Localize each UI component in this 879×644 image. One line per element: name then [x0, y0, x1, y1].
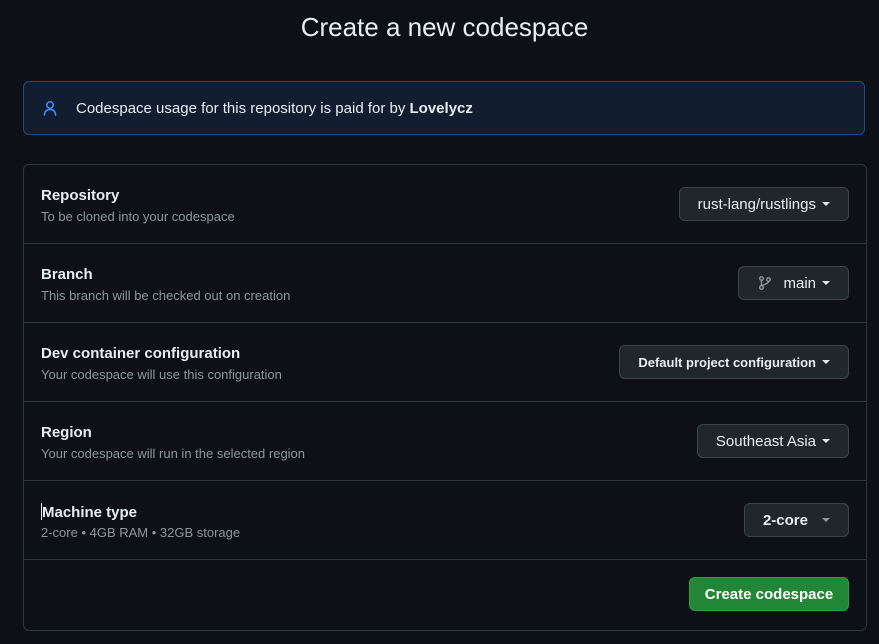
repository-subtitle: To be cloned into your codespace — [41, 209, 235, 224]
git-branch-icon — [757, 275, 773, 291]
region-select[interactable]: Southeast Asia — [696, 424, 849, 458]
create-codespace-button[interactable]: Create codespace — [689, 577, 849, 611]
branch-title: Branch — [41, 266, 93, 283]
region-row: Region Your codespace will run in the se… — [24, 402, 866, 481]
branch-select[interactable]: main — [738, 266, 849, 300]
machine-type-row: Machine type 2-core • 4GB RAM • 32GB sto… — [24, 481, 866, 560]
devcontainer-title: Dev container configuration — [41, 345, 241, 362]
repository-select-value: rust-lang/rustlings — [697, 195, 816, 213]
repository-row: Repository To be cloned into your codesp… — [24, 165, 866, 244]
devcontainer-row: Dev container configuration Your codespa… — [24, 323, 866, 402]
devcontainer-select[interactable]: Default project configuration — [619, 345, 849, 379]
machine-type-select[interactable]: 2-core — [743, 503, 849, 537]
billing-notice: Codespace usage for this repository is p… — [23, 81, 865, 135]
branch-select-value: main — [783, 274, 816, 292]
billing-owner: Lovelycz — [409, 99, 473, 117]
person-icon — [42, 100, 58, 116]
repository-select[interactable]: rust-lang/rustlings — [678, 187, 849, 221]
caret-down-icon — [822, 202, 830, 206]
devcontainer-subtitle: Your codespace will use this configurati… — [41, 367, 282, 382]
region-select-value: Southeast Asia — [715, 432, 816, 450]
codespace-options-card: Repository To be cloned into your codesp… — [23, 164, 867, 631]
machine-type-select-value: 2-core — [762, 511, 808, 529]
devcontainer-select-value: Default project configuration — [638, 354, 816, 370]
machine-type-title: Machine type — [41, 503, 137, 521]
caret-down-icon — [822, 439, 830, 443]
caret-down-icon — [822, 518, 830, 522]
card-footer: Create codespace — [24, 560, 866, 630]
repository-title: Repository — [41, 187, 120, 204]
billing-notice-prefix: Codespace usage for this repository is p… — [76, 99, 410, 117]
caret-down-icon — [822, 281, 830, 285]
region-title: Region — [41, 424, 92, 441]
machine-type-title-text: Machine type — [42, 504, 138, 521]
page-title: Create a new codespace — [300, 12, 589, 42]
region-subtitle: Your codespace will run in the selected … — [41, 446, 306, 461]
branch-subtitle: This branch will be checked out on creat… — [41, 288, 291, 303]
machine-type-subtitle: 2-core • 4GB RAM • 32GB storage — [41, 525, 241, 540]
caret-down-icon — [822, 360, 830, 364]
billing-notice-text: Codespace usage for this repository is p… — [76, 100, 473, 117]
branch-row: Branch This branch will be checked out o… — [24, 244, 866, 323]
